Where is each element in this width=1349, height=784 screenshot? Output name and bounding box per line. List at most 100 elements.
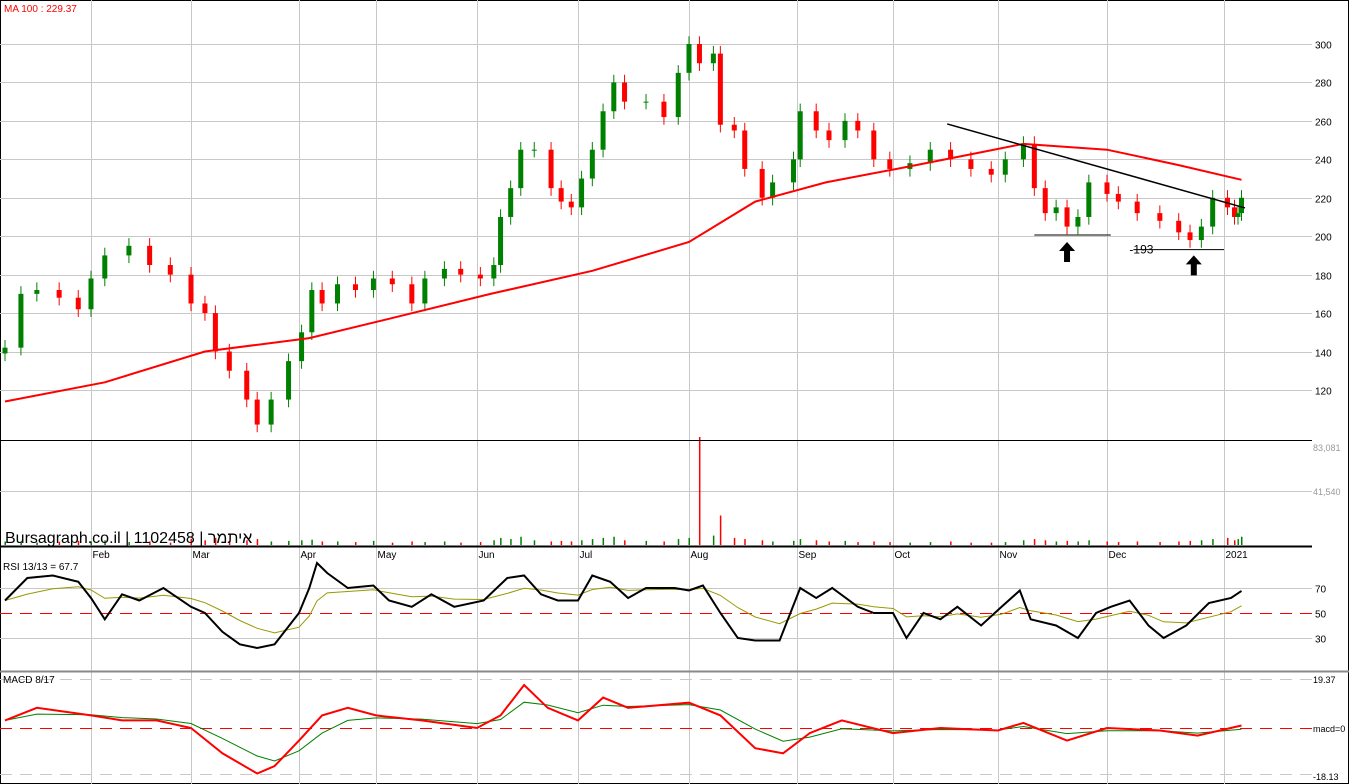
candle-body <box>548 149 554 189</box>
volume-bar <box>337 541 339 545</box>
candle-body <box>1239 197 1244 214</box>
volume-bar <box>270 541 273 545</box>
candle-body <box>286 361 292 400</box>
macd-tick-label: macd=0 <box>1313 724 1345 734</box>
volume-bar <box>510 539 512 545</box>
month-tick-label: Nov <box>1000 550 1018 561</box>
candle-body <box>212 313 218 352</box>
candle-body <box>1064 207 1070 227</box>
month-tick-label: Apr <box>301 550 317 561</box>
candle-body <box>675 72 681 118</box>
candle-body <box>1176 220 1182 233</box>
volume-bar <box>533 540 536 545</box>
month-tick-label: Oct <box>895 550 911 561</box>
support-label: -193 <box>1129 243 1153 257</box>
rsi-tick-label: 70 <box>1315 585 1327 596</box>
volume-bar <box>1136 541 1139 545</box>
candle-body <box>643 101 649 103</box>
volume-bar <box>1033 539 1036 545</box>
candle-body <box>710 53 716 64</box>
month-tick-label: Jun <box>479 550 495 561</box>
volume-bar <box>663 541 665 545</box>
volume-bar <box>256 539 259 545</box>
candle-body <box>968 159 974 169</box>
candle-body <box>409 284 415 304</box>
candle-body <box>568 201 574 208</box>
candle-body <box>1042 188 1048 214</box>
volume-bar <box>602 537 605 545</box>
volume-bar <box>493 540 495 545</box>
volume-bar <box>301 540 303 545</box>
candle-body <box>299 332 305 362</box>
candle-body <box>147 245 153 266</box>
volume-bar <box>1237 539 1239 545</box>
candle-body <box>611 82 617 112</box>
price-tick-label: 140 <box>1315 349 1332 360</box>
volume-bar <box>1055 541 1058 545</box>
rsi-tick-label: 30 <box>1315 635 1327 646</box>
month-tick-label: May <box>378 550 397 561</box>
volume-bar <box>1022 540 1025 545</box>
volume-bar <box>520 536 522 545</box>
candle-body <box>1002 159 1008 175</box>
candle-body <box>75 297 81 310</box>
volume-bar <box>581 540 583 545</box>
candle-body <box>1134 201 1140 214</box>
macd-tick-label: -18.13 <box>1313 772 1339 782</box>
candle-body <box>759 168 765 198</box>
volume-tick-label: 41,540 <box>1313 487 1341 497</box>
volume-bar <box>479 542 482 545</box>
candle-body <box>855 120 861 131</box>
candle-body <box>126 245 132 256</box>
volume-bar <box>288 540 290 545</box>
candle-body <box>871 130 877 160</box>
candle-body <box>2 347 8 354</box>
volume-bar <box>1077 541 1079 545</box>
month-tick-label: Aug <box>691 550 709 561</box>
candle-body <box>1053 207 1059 214</box>
volume-bar <box>793 540 795 545</box>
candle-body <box>1157 213 1163 221</box>
volume-bar <box>1066 540 1069 545</box>
volume-bar <box>828 541 830 545</box>
candle-body <box>508 188 514 217</box>
candle-body <box>622 82 628 102</box>
price-tick-label: 240 <box>1315 156 1332 167</box>
candle-body <box>1235 213 1241 217</box>
volume-bar <box>889 542 891 545</box>
candle-body <box>370 278 376 291</box>
macd-tick-label: 19.37 <box>1313 675 1336 685</box>
month-tick-label: Sep <box>799 550 817 561</box>
candle-body <box>531 149 537 151</box>
candle-body <box>988 168 994 175</box>
price-tick-label: 220 <box>1315 195 1332 206</box>
volume-bar <box>950 541 952 545</box>
volume-bar <box>677 539 680 545</box>
candle-body <box>254 399 260 425</box>
volume-bar <box>929 542 932 545</box>
candle <box>518 142 524 196</box>
volume-bar <box>761 540 764 545</box>
candle-body <box>441 268 447 279</box>
candle-body <box>791 159 797 183</box>
volume-bar <box>1106 541 1108 545</box>
candle-body <box>1115 193 1121 202</box>
chart-frame <box>0 0 1349 784</box>
macd-label: MACD 8/17 <box>3 675 55 686</box>
volume-bar <box>712 535 715 545</box>
volume-bar <box>443 541 446 545</box>
candle-body <box>600 111 606 150</box>
candle-body <box>826 130 832 141</box>
volume-bar <box>1159 542 1161 545</box>
volume-bar <box>311 539 313 545</box>
volume-bar <box>411 541 413 545</box>
candle-body <box>1104 182 1110 194</box>
candle-body <box>102 255 108 279</box>
candle <box>675 65 681 125</box>
volume-bar <box>1178 541 1180 545</box>
candle-body <box>589 149 595 179</box>
price-tick-label: 260 <box>1315 118 1332 129</box>
volume-bar <box>591 539 594 545</box>
volume-bar <box>424 542 426 545</box>
volume-bar <box>645 540 648 545</box>
